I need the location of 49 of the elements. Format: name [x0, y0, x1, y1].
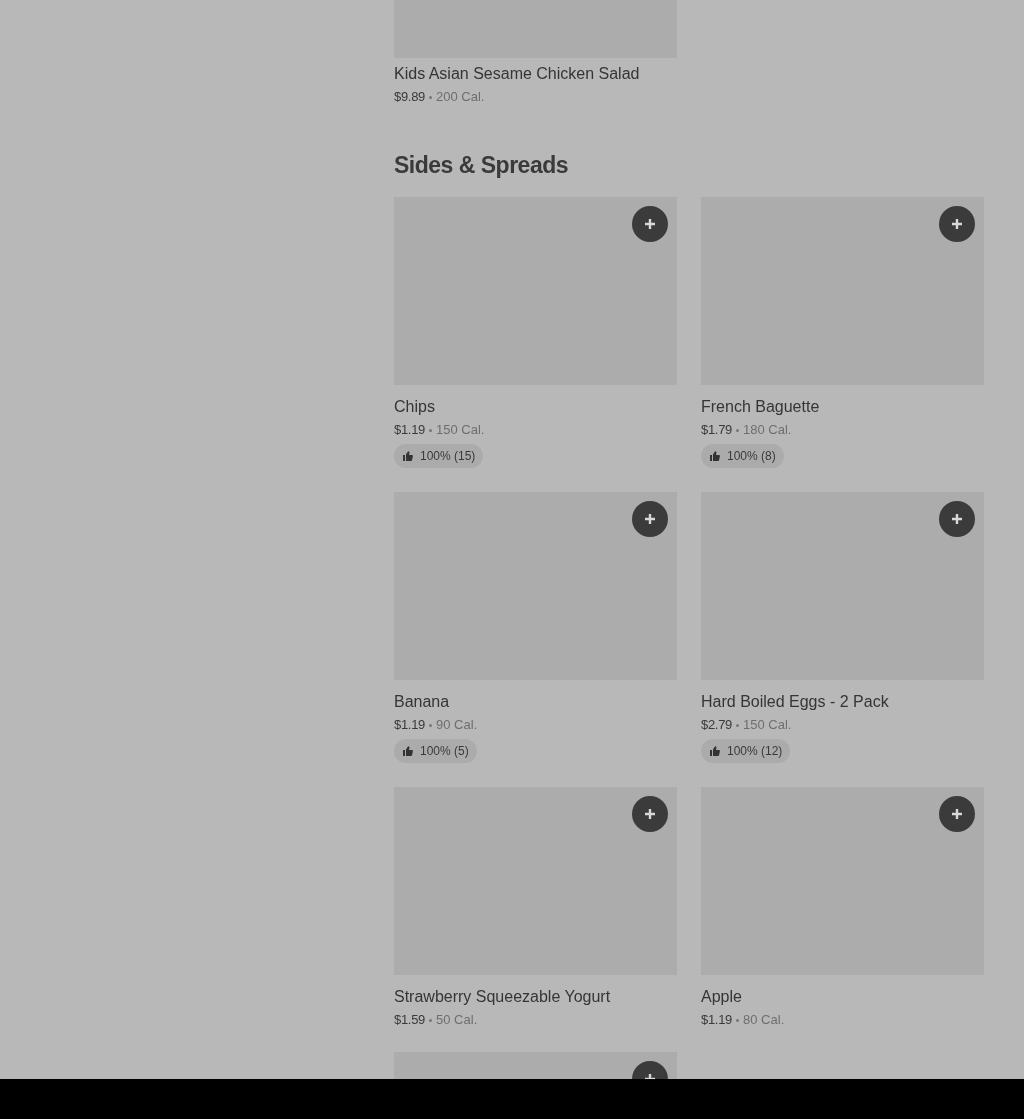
item-calories: 150 Cal. — [436, 422, 485, 438]
menu-item-card[interactable]: French Baguette $1.79 180 Cal. 100% (8) — [701, 197, 984, 468]
item-price: $9.89 — [394, 89, 426, 105]
item-name: Chips — [394, 397, 436, 417]
item-calories: 150 Cal. — [743, 717, 792, 733]
item-name: Apple — [701, 987, 743, 1007]
add-button[interactable] — [632, 206, 668, 242]
add-button[interactable] — [939, 501, 975, 537]
menu-item-card[interactable]: Banana $1.19 90 Cal. 100% (5) — [394, 492, 677, 763]
add-button[interactable] — [632, 501, 668, 537]
plus-icon — [644, 513, 656, 525]
item-price: $1.19 — [701, 1012, 733, 1028]
thumbs-up-icon — [709, 745, 721, 757]
item-name: Strawberry Squeezable Yogurt — [394, 987, 612, 1007]
rating-badge: 100% (12) — [701, 739, 791, 763]
section-heading: Sides & Spreads — [394, 151, 570, 179]
item-name: Banana — [394, 692, 451, 712]
item-name: Kids Asian Sesame Chicken Salad — [394, 64, 641, 84]
item-price: $1.79 — [701, 422, 733, 438]
plus-icon — [644, 218, 656, 230]
rating-badge: 100% (8) — [701, 444, 784, 468]
item-price: $2.79 — [701, 717, 733, 733]
menu-item-card[interactable]: Kids Asian Sesame Chicken Salad $9.89 200 Cal. — [394, 0, 677, 105]
item-calories: 50 Cal. — [436, 1012, 478, 1028]
item-price: $1.19 — [394, 422, 426, 438]
thumbs-up-icon — [402, 745, 414, 757]
add-button[interactable] — [939, 796, 975, 832]
item-name: French Baguette — [701, 397, 821, 417]
item-name: Hard Boiled Eggs - 2 Pack — [701, 692, 890, 712]
plus-icon — [951, 808, 963, 820]
plus-icon — [951, 513, 963, 525]
item-price: $1.59 — [394, 1012, 426, 1028]
menu-item-card[interactable]: Apple $1.19 80 Cal. — [701, 787, 984, 1028]
plus-icon — [644, 808, 656, 820]
item-calories: 90 Cal. — [436, 717, 478, 733]
item-calories: 180 Cal. — [743, 422, 792, 438]
rating-badge: 100% (15) — [394, 444, 484, 468]
item-calories: 80 Cal. — [743, 1012, 785, 1028]
thumbs-up-icon — [709, 450, 721, 462]
add-button[interactable] — [939, 206, 975, 242]
menu-item-card[interactable]: Chips $1.19 150 Cal. 100% (15) — [394, 197, 677, 468]
plus-icon — [951, 218, 963, 230]
add-button[interactable] — [632, 796, 668, 832]
item-calories: 200 Cal. — [436, 89, 485, 105]
menu-item-card[interactable]: Hard Boiled Eggs - 2 Pack $2.79 150 Cal. 100% (12) — [701, 492, 984, 763]
menu-item-card[interactable]: Strawberry Squeezable Yogurt $1.59 50 Cal. — [394, 787, 677, 1028]
item-price: $1.19 — [394, 717, 426, 733]
rating-badge: 100% (5) — [394, 739, 477, 763]
thumbs-up-icon — [402, 450, 414, 462]
